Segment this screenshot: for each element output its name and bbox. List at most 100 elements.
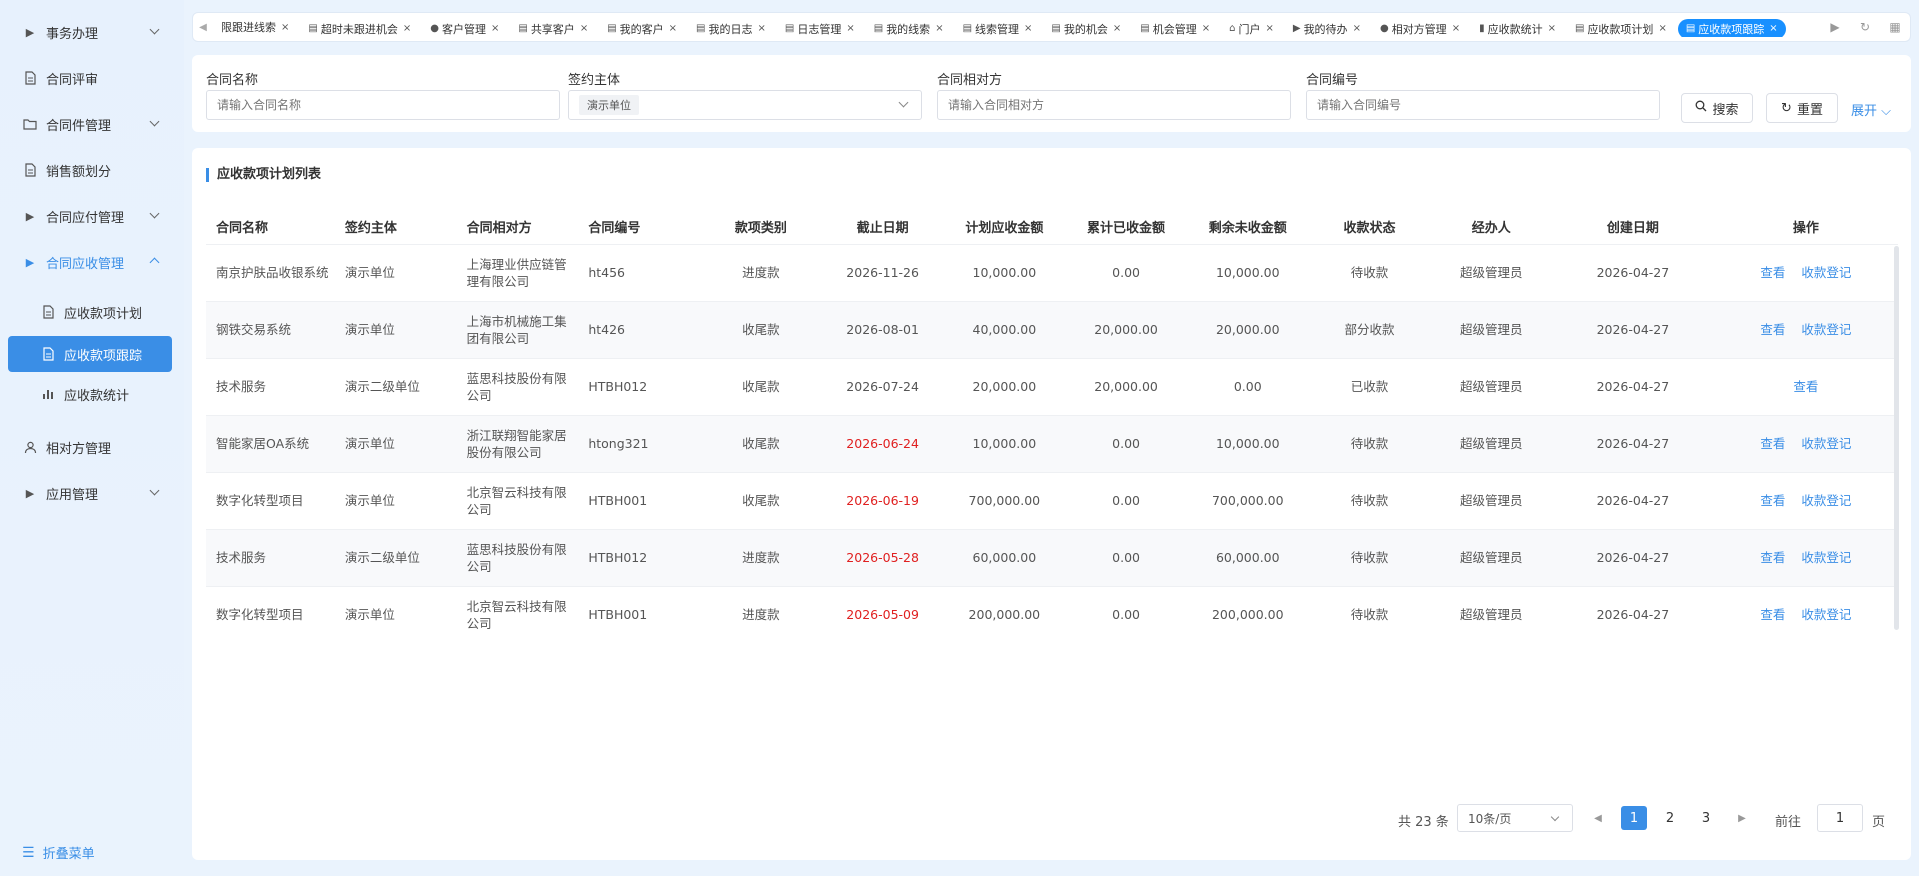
contract-code-label: 合同编号	[1306, 73, 1359, 88]
close-icon[interactable]: ×	[281, 22, 289, 33]
collapse-menu-button[interactable]: ☰ 折叠菜单	[22, 843, 95, 863]
close-icon[interactable]: ×	[1353, 23, 1361, 34]
register-payment-link[interactable]: 收款登记	[1801, 607, 1851, 622]
register-payment-link[interactable]: 收款登记	[1801, 550, 1851, 565]
goto-page-input[interactable]	[1817, 804, 1863, 832]
tab-15[interactable]: ▤ 应收款项计划 ×	[1567, 19, 1675, 38]
table-row[interactable]: 智能家居OA系统 演示单位 浙江联翔智能家居股份有限公司 htong321 收尾款 202…	[206, 414, 1898, 472]
page-3-button[interactable]: 3	[1693, 806, 1719, 830]
cell-created: 2026-04-27	[1552, 528, 1714, 586]
tab-4[interactable]: ▤ 我的客户 ×	[599, 19, 685, 38]
close-icon[interactable]: ×	[491, 23, 499, 34]
signing-party-tag: 演示单位	[579, 95, 639, 115]
column-header: 经办人	[1471, 221, 1511, 237]
tab-16[interactable]: ▤ 应收款项跟踪 ×	[1677, 18, 1786, 37]
close-icon[interactable]: ×	[758, 23, 766, 34]
page-1-button[interactable]: 1	[1621, 806, 1647, 830]
tab-11[interactable]: ⌂ 门户 ×	[1221, 19, 1282, 38]
sidebar-item-label: 相对方管理	[46, 441, 112, 457]
close-icon[interactable]: ×	[1202, 23, 1210, 34]
sidebar-item-sales-split[interactable]: 销售额划分	[8, 152, 172, 188]
table-header-row: 合同名称 签约主体 合同相对方 合同编号 款项类别 截止日期 计划应收金额 累计已收金额 剩余未…	[206, 210, 1898, 244]
table-row[interactable]: 技术服务 演示二级单位 蓝思科技股份有限公司 HTBH012 进度款 2026-05-28…	[206, 528, 1898, 586]
counterparty-input[interactable]	[937, 90, 1291, 120]
view-link[interactable]: 查看	[1760, 607, 1785, 622]
tabs-scroll-left-button[interactable]: ◀	[193, 13, 213, 41]
column-header: 签约主体	[344, 221, 397, 237]
signing-party-select[interactable]: 演示单位	[568, 90, 922, 120]
close-icon[interactable]: ×	[1548, 23, 1556, 34]
next-page-button[interactable]: ▶	[1729, 806, 1755, 830]
sidebar-item-affairs[interactable]: ▶ 事务办理	[8, 14, 172, 50]
view-link[interactable]: 查看	[1760, 265, 1785, 280]
close-icon[interactable]: ×	[935, 23, 943, 34]
user-icon	[22, 439, 38, 455]
close-icon[interactable]: ×	[1113, 23, 1121, 34]
close-icon[interactable]: ×	[1658, 23, 1666, 34]
close-icon[interactable]: ×	[669, 23, 677, 34]
reset-button-label: 重置	[1796, 102, 1823, 118]
contract-code-input[interactable]	[1306, 90, 1660, 120]
tab-9[interactable]: ▤ 我的机会 ×	[1043, 19, 1129, 38]
register-payment-link[interactable]: 收款登记	[1801, 436, 1851, 451]
tab-8[interactable]: ▤ 线索管理 ×	[955, 19, 1041, 38]
sidebar-item-receivable-plan[interactable]: 应收款项计划	[8, 294, 172, 330]
tab-12[interactable]: ▶ 我的待办 ×	[1285, 19, 1369, 38]
tab-label: 我的日志	[708, 22, 753, 36]
sidebar-item-contract-review[interactable]: 合同评审	[8, 60, 172, 96]
tab-0[interactable]: 限跟进线索 ×	[213, 17, 297, 37]
sidebar-item-receivable-tracking[interactable]: 应收款项跟踪	[8, 336, 172, 372]
grid-icon[interactable]: ▦	[1880, 20, 1910, 34]
tab-13[interactable]: ● 相对方管理 ×	[1372, 19, 1468, 38]
tab-5[interactable]: ▤ 我的日志 ×	[688, 19, 774, 38]
view-link[interactable]: 查看	[1793, 379, 1818, 394]
tab-7[interactable]: ▤ 我的线索 ×	[866, 19, 952, 38]
tab-2[interactable]: ● 客户管理 ×	[422, 19, 507, 38]
close-icon[interactable]: ×	[580, 23, 588, 34]
table-row[interactable]: 技术服务 演示二级单位 蓝思科技股份有限公司 HTBH012 收尾款 2026-07-24…	[206, 357, 1898, 415]
sidebar-item-receivables[interactable]: ▶ 合同应收管理	[8, 244, 172, 280]
tab-3[interactable]: ▤ 共享客户 ×	[510, 19, 596, 38]
cell-status: 已收款	[1308, 357, 1431, 415]
reset-button[interactable]: ↻ 重置	[1766, 93, 1838, 123]
register-payment-link[interactable]: 收款登记	[1801, 493, 1851, 508]
table-row[interactable]: 数字化转型项目 演示单位 北京智云科技有限公司 HTBH001 收尾款 2026-06-1…	[206, 471, 1898, 529]
sidebar-item-counterparty[interactable]: 相对方管理	[8, 429, 172, 465]
table-row[interactable]: 钢铁交易系统 演示单位 上海市机械施工集团有限公司 ht426 收尾款 2026-08-0…	[206, 300, 1898, 358]
tab-label: 我的客户	[619, 22, 664, 36]
tab-10[interactable]: ▤ 机会管理 ×	[1132, 19, 1218, 38]
register-payment-link[interactable]: 收款登记	[1801, 322, 1851, 337]
prev-page-button[interactable]: ◀	[1585, 806, 1611, 830]
contract-name-input[interactable]	[206, 90, 560, 120]
contract-code-field: 合同编号	[1306, 69, 1660, 120]
table-panel: 应收款项计划列表 合同名称 签约主体 合同相对方 合同编号 款项类别 截止日期 计划应收金额…	[192, 148, 1911, 860]
search-button[interactable]: 搜索	[1681, 93, 1753, 123]
tabs-scroll-right-button[interactable]: ▶	[1820, 20, 1850, 34]
page-2-button[interactable]: 2	[1657, 806, 1683, 830]
close-icon[interactable]: ×	[846, 23, 854, 34]
register-payment-link[interactable]: 收款登记	[1801, 265, 1851, 280]
view-link[interactable]: 查看	[1760, 322, 1785, 337]
view-link[interactable]: 查看	[1760, 550, 1785, 565]
sidebar-item-contract-files[interactable]: 合同件管理	[8, 106, 172, 142]
expand-button[interactable]: 展开 ⌵	[1851, 100, 1891, 119]
close-icon[interactable]: ×	[1265, 23, 1273, 34]
refresh-icon[interactable]: ↻	[1850, 20, 1880, 34]
table-scrollbar[interactable]	[1894, 246, 1899, 630]
view-link[interactable]: 查看	[1760, 493, 1785, 508]
tab-6[interactable]: ▤ 日志管理 ×	[777, 19, 863, 38]
close-icon[interactable]: ×	[1769, 23, 1777, 34]
sidebar-item-receivable-stats[interactable]: 应收款统计	[8, 376, 172, 412]
view-link[interactable]: 查看	[1760, 436, 1785, 451]
tab-1[interactable]: ▤ 超时未跟进机会 ×	[300, 19, 419, 38]
close-icon[interactable]: ×	[1024, 23, 1032, 34]
cell-type: 进度款	[700, 528, 822, 586]
close-icon[interactable]: ×	[1452, 23, 1460, 34]
close-icon[interactable]: ×	[403, 23, 411, 34]
sidebar-item-payables[interactable]: ▶ 合同应付管理	[8, 198, 172, 234]
page-size-select[interactable]: 10条/页	[1457, 804, 1573, 832]
table-row[interactable]: 南京护肤品收银系统 演示单位 上海理业供应链管理有限公司 ht456 进度款 2026-1…	[206, 243, 1898, 301]
table-row[interactable]: 数字化转型项目 演示单位 北京智云科技有限公司 HTBH001 进度款 2026-05-0…	[206, 585, 1898, 630]
tab-14[interactable]: ▮ 应收款统计 ×	[1471, 19, 1564, 38]
sidebar-item-app-management[interactable]: ▶ 应用管理	[8, 475, 172, 511]
